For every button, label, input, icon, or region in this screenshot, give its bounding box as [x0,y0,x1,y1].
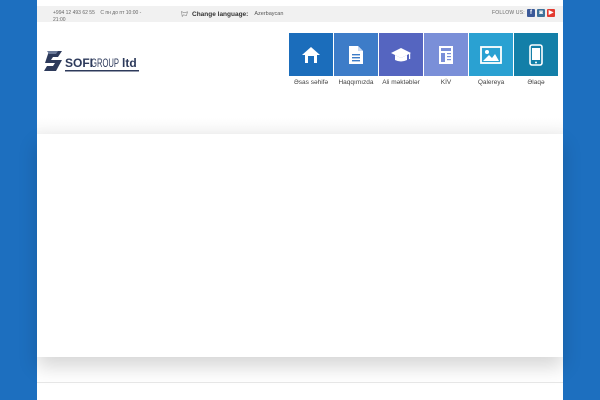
logo-text-sofi: SOFI [65,56,93,70]
nav-tile-universities[interactable] [379,33,423,76]
nav-tile-home[interactable] [289,33,333,76]
nav-item-gallery[interactable]: Qalereya [469,33,513,86]
nav-item-contact[interactable]: Əlaqə [514,33,558,86]
nav-tile-about[interactable] [334,33,378,76]
nav-tile-media[interactable] [424,33,468,76]
site-logo[interactable]: SOFI GROUP ltd [44,47,144,77]
page-container: +994 12 493 62 55 С пн до пт 10:00 - 21:… [37,0,563,400]
document-icon [349,45,363,64]
language-switcher[interactable]: Change language: Azerbaycan [181,9,283,19]
logo-text-group: GROUP [91,56,119,70]
nav-tile-gallery[interactable] [469,33,513,76]
nav-item-about[interactable]: Haqqımızda [334,33,378,86]
hero-slider [37,134,563,357]
nav-label-gallery[interactable]: Qalereya [478,79,504,86]
nav-item-universities[interactable]: Ali məktəblər [379,33,423,86]
logo-text-ltd: ltd [122,56,137,70]
content-divider [37,382,563,383]
home-icon [302,46,320,63]
phone-number[interactable]: +994 12 493 62 55 [53,10,95,16]
current-language[interactable]: Azerbaycan [254,11,283,17]
main-nav: Əsas səhifə Haqqımızda Ali məktəblər KİV… [289,33,558,86]
image-icon [480,45,502,64]
nav-label-universities[interactable]: Ali məktəblər [382,79,420,86]
newspaper-icon [439,45,453,64]
nav-item-media[interactable]: KİV [424,33,468,86]
nav-item-home[interactable]: Əsas səhifə [289,33,333,86]
social-links: f ◙ ▶ [527,9,555,17]
logo-mark-icon: SOFI GROUP ltd [44,51,139,72]
nav-label-contact[interactable]: Əlaqə [527,79,544,86]
nav-tile-contact[interactable] [514,33,558,76]
nav-label-home[interactable]: Əsas səhifə [294,79,328,86]
flag-icon [181,11,188,17]
graduation-cap-icon [391,47,411,61]
change-language-label: Change language: [192,10,249,18]
nav-label-media[interactable]: KİV [441,79,451,86]
mobile-phone-icon [529,43,543,66]
contact-info: +994 12 493 62 55 С пн до пт 10:00 - 21:… [53,10,155,24]
youtube-icon[interactable]: ▶ [547,9,555,17]
follow-us-label: FOLLOW US: [492,10,525,16]
nav-label-about[interactable]: Haqqımızda [338,79,373,86]
instagram-icon[interactable]: ◙ [537,9,545,17]
facebook-icon[interactable]: f [527,9,535,17]
slider-top-fade [37,118,563,134]
